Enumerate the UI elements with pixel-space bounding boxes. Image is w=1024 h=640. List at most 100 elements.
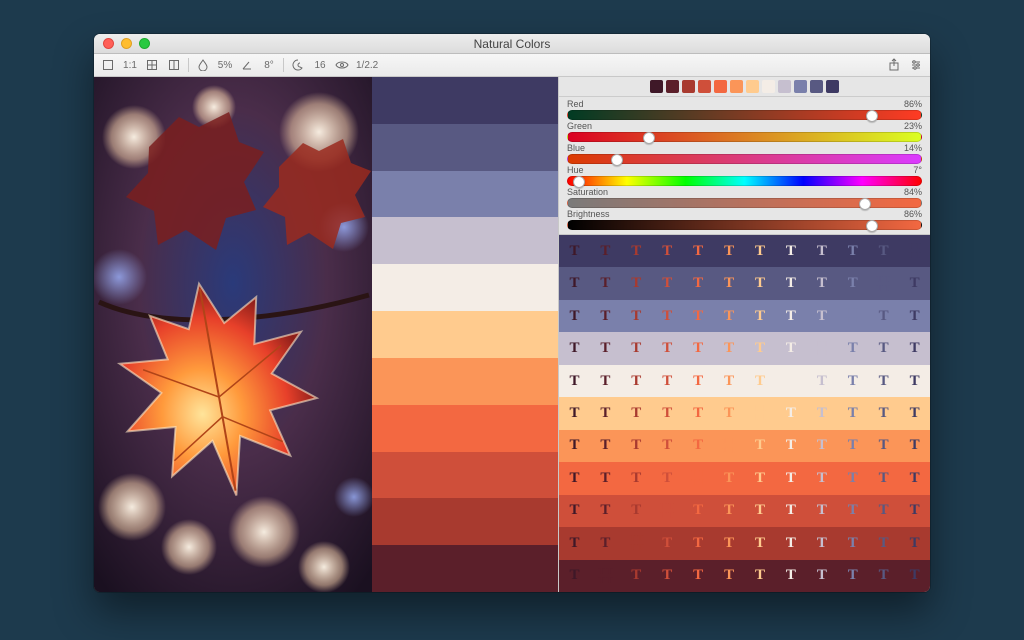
matrix-cell[interactable]: T — [559, 267, 590, 299]
matrix-cell[interactable]: T — [837, 495, 868, 527]
matrix-cell[interactable]: T — [775, 527, 806, 559]
matrix-cell[interactable]: T — [652, 462, 683, 494]
matrix-cell[interactable]: T — [714, 495, 745, 527]
matrix-cell[interactable]: T — [868, 300, 899, 332]
brightness-slider[interactable]: Brightness86% — [567, 209, 922, 230]
matrix-cell[interactable]: T — [868, 397, 899, 429]
mini-swatch[interactable] — [730, 80, 743, 93]
hue-slider[interactable]: Hue7° — [567, 165, 922, 186]
matrix-cell[interactable]: T — [806, 495, 837, 527]
matrix-cell[interactable]: T — [806, 430, 837, 462]
matrix-cell[interactable]: T — [683, 430, 714, 462]
matrix-cell[interactable]: T TT T — [683, 462, 714, 494]
eye-icon[interactable] — [334, 57, 350, 73]
matrix-cell[interactable]: T — [621, 462, 652, 494]
mini-swatch[interactable] — [682, 80, 695, 93]
mini-swatch[interactable] — [746, 80, 759, 93]
matrix-cell[interactable]: T — [806, 397, 837, 429]
matrix-cell[interactable]: T — [775, 495, 806, 527]
matrix-cell[interactable]: T — [837, 462, 868, 494]
matrix-cell[interactable]: T — [745, 300, 776, 332]
matrix-cell[interactable]: T TT T — [621, 527, 652, 559]
palette-swatch[interactable] — [372, 498, 558, 545]
matrix-cell[interactable]: T — [652, 527, 683, 559]
matrix-cell[interactable]: T — [683, 267, 714, 299]
green-slider[interactable]: Green23% — [567, 121, 922, 142]
matrix-cell[interactable]: T — [652, 365, 683, 397]
matrix-cell[interactable]: T — [837, 365, 868, 397]
matrix-cell[interactable]: T — [868, 332, 899, 364]
titlebar[interactable]: Natural Colors — [94, 34, 930, 54]
matrix-cell[interactable]: T TT T — [775, 365, 806, 397]
matrix-cell[interactable]: T — [621, 397, 652, 429]
matrix-cell[interactable]: T — [837, 560, 868, 592]
palette-swatch[interactable] — [372, 77, 558, 124]
saturation-slider[interactable]: Saturation84% — [567, 187, 922, 208]
mini-swatch[interactable] — [778, 80, 791, 93]
matrix-cell[interactable]: T — [775, 300, 806, 332]
matrix-cell[interactable]: T — [621, 332, 652, 364]
matrix-cell[interactable]: T — [899, 365, 930, 397]
matrix-cell[interactable]: T — [590, 527, 621, 559]
matrix-cell[interactable]: T — [590, 462, 621, 494]
matrix-cell[interactable]: T — [652, 430, 683, 462]
share-icon[interactable] — [886, 57, 902, 73]
matrix-cell[interactable]: T — [806, 267, 837, 299]
matrix-cell[interactable]: T — [621, 495, 652, 527]
matrix-cell[interactable]: T — [837, 267, 868, 299]
matrix-cell[interactable]: T — [899, 560, 930, 592]
matrix-cell[interactable]: T TT T — [837, 300, 868, 332]
matrix-cell[interactable]: T — [775, 397, 806, 429]
matrix-cell[interactable]: T — [899, 300, 930, 332]
matrix-cell[interactable]: T TT T — [868, 267, 899, 299]
matrix-cell[interactable]: T — [652, 300, 683, 332]
matrix-cell[interactable]: T — [590, 495, 621, 527]
matrix-cell[interactable]: T — [837, 527, 868, 559]
matrix-cell[interactable]: T — [899, 495, 930, 527]
slider-thumb[interactable] — [611, 154, 623, 166]
mini-swatch[interactable] — [698, 80, 711, 93]
matrix-cell[interactable]: T — [590, 332, 621, 364]
matrix-cell[interactable]: T — [559, 495, 590, 527]
matrix-cell[interactable]: T — [775, 332, 806, 364]
matrix-cell[interactable]: T — [683, 495, 714, 527]
matrix-cell[interactable]: T — [868, 235, 899, 267]
matrix-cell[interactable]: T TT T — [590, 560, 621, 592]
matrix-cell[interactable]: T — [745, 332, 776, 364]
matrix-cell[interactable]: T — [806, 560, 837, 592]
matrix-cell[interactable]: T — [621, 300, 652, 332]
matrix-cell[interactable]: T — [714, 332, 745, 364]
blue-slider[interactable]: Blue14% — [567, 143, 922, 164]
slider-track[interactable] — [567, 132, 922, 142]
matrix-cell[interactable]: T — [775, 462, 806, 494]
matrix-cell[interactable]: T TT T — [714, 430, 745, 462]
settings-icon[interactable] — [908, 57, 924, 73]
mini-swatch[interactable] — [714, 80, 727, 93]
matrix-cell[interactable]: T — [621, 235, 652, 267]
matrix-cell[interactable]: T — [745, 430, 776, 462]
matrix-cell[interactable]: T — [899, 430, 930, 462]
palette-swatch[interactable] — [372, 171, 558, 218]
matrix-cell[interactable]: T — [652, 332, 683, 364]
palette-swatch[interactable] — [372, 358, 558, 405]
matrix-cell[interactable]: T TT T — [652, 495, 683, 527]
slider-thumb[interactable] — [866, 220, 878, 232]
slider-track[interactable] — [567, 198, 922, 208]
slider-track[interactable] — [567, 176, 922, 186]
matrix-cell[interactable]: T — [714, 300, 745, 332]
matrix-cell[interactable]: T — [590, 235, 621, 267]
matrix-cell[interactable]: T — [868, 430, 899, 462]
close-icon[interactable] — [103, 38, 114, 49]
matrix-cell[interactable]: T — [559, 235, 590, 267]
palette-icon[interactable] — [290, 57, 306, 73]
matrix-cell[interactable]: T — [745, 235, 776, 267]
slider-thumb[interactable] — [643, 132, 655, 144]
angle-icon[interactable] — [239, 57, 255, 73]
matrix-cell[interactable]: T — [714, 560, 745, 592]
matrix-cell[interactable]: T — [621, 267, 652, 299]
matrix-cell[interactable]: T — [899, 397, 930, 429]
matrix-cell[interactable]: T — [806, 527, 837, 559]
matrix-cell[interactable]: T — [683, 235, 714, 267]
zoom-icon[interactable] — [139, 38, 150, 49]
palette-swatch[interactable] — [372, 264, 558, 311]
